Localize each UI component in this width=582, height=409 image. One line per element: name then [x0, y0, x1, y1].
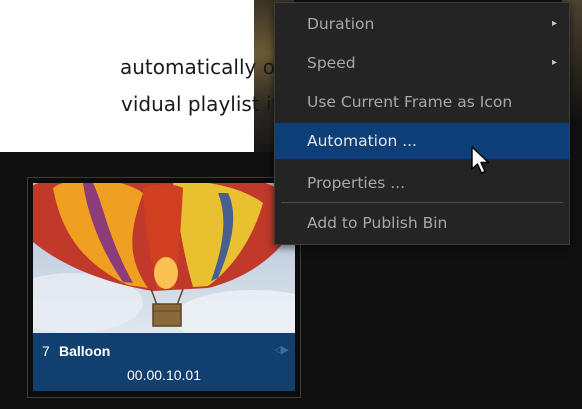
- menu-item-duration[interactable]: Duration ▸: [275, 6, 569, 42]
- menu-item-add-to-publish-bin[interactable]: Add to Publish Bin: [275, 205, 569, 241]
- menu-item-label: Add to Publish Bin: [307, 214, 448, 232]
- submenu-arrow-icon: ▸: [551, 57, 557, 68]
- playlist-item-title: Balloon: [59, 343, 111, 359]
- submenu-arrow-icon: ▸: [551, 18, 557, 29]
- playlist-item-duration: 00.00.10.01: [127, 367, 201, 383]
- menu-item-label: Speed: [307, 54, 356, 72]
- context-menu: Duration ▸ Speed ▸ Use Current Frame as …: [274, 2, 570, 245]
- menu-item-speed[interactable]: Speed ▸: [275, 45, 569, 81]
- playlist-item-card[interactable]: 7 Balloon ◁▶ 00.00.10.01: [27, 177, 301, 398]
- menu-item-label: Automation ...: [307, 132, 417, 150]
- manual-text-line-1: automatically on: [120, 55, 288, 79]
- mouse-pointer-icon: [470, 145, 492, 180]
- menu-separator: [281, 202, 563, 203]
- menu-item-label: Duration: [307, 15, 375, 33]
- menu-item-label: Use Current Frame as Icon: [307, 93, 513, 111]
- balloon-thumbnail: [33, 183, 295, 333]
- menu-item-label: Properties ...: [307, 174, 406, 192]
- menu-item-use-current-frame-as-icon[interactable]: Use Current Frame as Icon: [275, 84, 569, 120]
- playlist-item-index: 7: [42, 343, 50, 359]
- menu-item-properties[interactable]: Properties ...: [275, 165, 569, 201]
- menu-item-automation[interactable]: Automation ...: [275, 123, 569, 159]
- automation-flag-icon: ◁▶: [274, 344, 289, 356]
- playlist-item-info: 7 Balloon ◁▶ 00.00.10.01: [33, 333, 295, 391]
